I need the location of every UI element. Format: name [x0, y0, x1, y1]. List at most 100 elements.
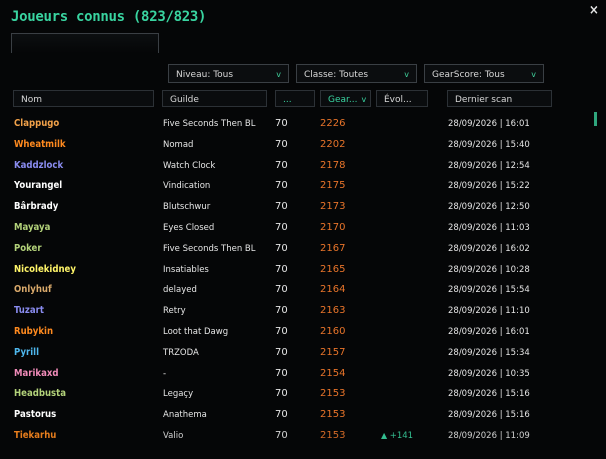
table-row[interactable]: Poker Five Seconds Then BL 70 2167 28/09/202…	[0, 243, 590, 264]
player-name: Clappugo	[14, 118, 60, 129]
last-scan-date: 28/09/2026 | 12:54	[448, 160, 530, 171]
table-row[interactable]: Marikaxd - 70 2154 28/09/2026 | 10:35	[0, 368, 590, 389]
chevron-down-icon: v	[404, 70, 409, 79]
guild-name: Valio	[163, 431, 184, 441]
player-level: 70	[275, 367, 288, 379]
last-scan-date: 28/09/2026 | 15:54	[448, 285, 530, 296]
chevron-down-icon: v	[276, 70, 281, 79]
table-row[interactable]: Yourangel Vindication 70 2175 28/09/2026 | 1…	[0, 180, 590, 201]
gearscore-filter-label: GearScore: Tous	[432, 70, 505, 80]
player-level: 70	[275, 242, 288, 254]
last-scan-date: 28/09/2026 | 16:01	[448, 119, 530, 129]
level-filter-label: Niveau: Tous	[176, 70, 234, 80]
player-name: Mayaya	[14, 222, 51, 233]
column-header-label: Guilde	[170, 95, 199, 105]
player-name: Nicolekidney	[14, 263, 76, 275]
guild-name: Watch Clock	[163, 160, 216, 171]
guild-name: TRZODA	[163, 347, 199, 358]
guild-name: Loot that Dawg	[163, 327, 229, 337]
guild-name: Vindication	[163, 181, 211, 192]
table-row[interactable]: Wheatmilk Nomad 70 2202 28/09/2026 | 15:40	[0, 139, 590, 160]
player-name: Headbusta	[14, 388, 66, 400]
player-level: 70	[275, 430, 288, 441]
player-level: 70	[275, 222, 288, 233]
table-row[interactable]: Pastorus Anathema 70 2153 28/09/2026 | 15:16	[0, 409, 590, 430]
gearscore-value: 2202	[320, 138, 346, 150]
table-row[interactable]: Kaddzlock Watch Clock 70 2178 28/09/2026 | 1…	[0, 160, 590, 181]
class-filter-dropdown[interactable]: Classe: Toutes v	[296, 64, 417, 83]
table-row[interactable]: Tiekarhu Valio 70 2153 28/09/2026 | 11:09 ▲ +…	[0, 430, 590, 451]
table-row[interactable]: Headbusta Legaçy 70 2153 28/09/2026 | 15:16	[0, 388, 590, 409]
chevron-down-icon: v	[531, 70, 536, 79]
window-title: Joueurs connus (823/823)	[11, 9, 207, 25]
column-header-gearscore[interactable]: Gear... v	[320, 90, 371, 107]
evolution-text: +141	[389, 431, 414, 441]
player-level: 70	[275, 263, 288, 275]
gearscore-filter-dropdown[interactable]: GearScore: Tous v	[424, 64, 544, 83]
table-row[interactable]: Pyrill TRZODA 70 2157 28/09/2026 | 15:34	[0, 347, 590, 368]
table-row[interactable]: Onlyhuf delayed 70 2164 28/09/2026 | 15:54	[0, 284, 590, 305]
table-row[interactable]: Clappugo Five Seconds Then BL 70 2226 28/09/…	[0, 118, 590, 139]
guild-name: Eyes Closed	[163, 223, 215, 233]
sort-arrow-icon: v	[361, 95, 367, 104]
player-name: Bârbrady	[14, 201, 59, 213]
player-level: 70	[275, 159, 288, 171]
gearscore-value: 2173	[320, 201, 346, 213]
gearscore-value: 2154	[320, 367, 346, 379]
player-name: Yourangel	[14, 180, 63, 192]
player-name: Tuzart	[14, 305, 44, 317]
gearscore-value: 2153	[320, 388, 346, 400]
player-level: 70	[275, 180, 288, 192]
gearscore-value: 2226	[320, 118, 346, 129]
last-scan-date: 28/09/2026 | 11:03	[448, 223, 530, 233]
guild-name: Five Seconds Then BL	[163, 243, 256, 254]
column-header-level[interactable]: ...	[275, 90, 315, 107]
table-row[interactable]: Tuzart Retry 70 2163 28/09/2026 | 11:10	[0, 305, 590, 326]
search-input[interactable]	[11, 33, 159, 53]
last-scan-date: 28/09/2026 | 10:35	[448, 368, 530, 379]
last-scan-date: 28/09/2026 | 16:02	[448, 243, 530, 254]
column-header-label: ...	[283, 95, 292, 105]
gearscore-value: 2170	[320, 222, 346, 233]
player-name: Rubykin	[14, 326, 54, 337]
gearscore-value: 2165	[320, 263, 346, 275]
scrollbar-thumb[interactable]	[594, 112, 597, 126]
player-level: 70	[275, 326, 288, 337]
column-header-evolution[interactable]: Évol...	[376, 90, 428, 107]
gearscore-value: 2167	[320, 242, 346, 254]
column-header-label: Nom	[21, 95, 43, 105]
table-row[interactable]: Rubykin Loot that Dawg 70 2160 28/09/2026 | …	[0, 326, 590, 347]
player-name: Tiekarhu	[14, 430, 57, 441]
player-name: Marikaxd	[14, 367, 59, 379]
column-header-last-scan[interactable]: Dernier scan	[447, 90, 552, 107]
player-level: 70	[275, 201, 288, 213]
close-icon[interactable]: ×	[589, 3, 599, 18]
player-name: Pastorus	[14, 409, 57, 421]
table-row[interactable]: Bârbrady Blutschwur 70 2173 28/09/2026 | 12:…	[0, 201, 590, 222]
table-row[interactable]: Mayaya Eyes Closed 70 2170 28/09/2026 | 11:0…	[0, 222, 590, 243]
level-filter-dropdown[interactable]: Niveau: Tous v	[168, 64, 289, 83]
column-header-label: Gear...	[328, 95, 358, 105]
last-scan-date: 28/09/2026 | 16:01	[448, 327, 530, 337]
guild-name: Blutschwur	[163, 202, 211, 213]
column-header-name[interactable]: Nom	[13, 90, 154, 107]
player-level: 70	[275, 284, 288, 296]
player-level: 70	[275, 138, 288, 150]
last-scan-date: 28/09/2026 | 11:10	[448, 306, 530, 317]
gearscore-value: 2175	[320, 180, 346, 192]
column-header-guild[interactable]: Guilde	[162, 90, 267, 107]
arrow-up-icon: ▲	[381, 431, 390, 440]
table-row[interactable]: Nicolekidney Insatiables 70 2165 28/09/2026 …	[0, 264, 590, 285]
player-level: 70	[275, 305, 288, 317]
player-name: Kaddzlock	[14, 159, 64, 171]
player-level: 70	[275, 346, 288, 358]
guild-name: Nomad	[163, 139, 194, 150]
player-name: Pyrill	[14, 346, 40, 358]
gearscore-value: 2153	[320, 430, 346, 441]
guild-name: Insatiables	[163, 264, 209, 275]
gearscore-value: 2157	[320, 346, 346, 358]
last-scan-date: 28/09/2026 | 15:40	[448, 139, 530, 150]
player-level: 70	[275, 118, 288, 129]
evolution-value: ▲ +141	[381, 430, 413, 442]
guild-name: delayed	[163, 285, 197, 296]
